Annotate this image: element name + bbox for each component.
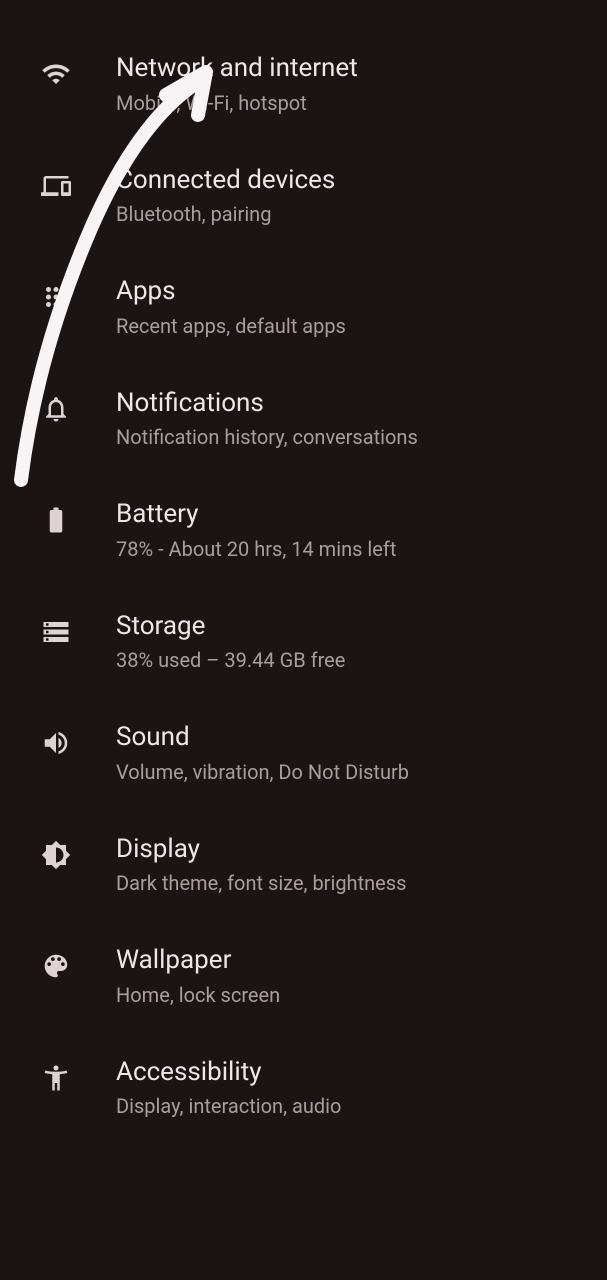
- settings-item-subtitle: 78% - About 20 hrs, 14 mins left: [116, 537, 587, 562]
- settings-item-title: Apps: [116, 275, 587, 308]
- settings-item-text: Connected devices Bluetooth, pairing: [116, 164, 587, 228]
- apps-icon: [40, 281, 72, 313]
- settings-item-title: Wallpaper: [116, 944, 587, 977]
- settings-item-storage[interactable]: Storage 38% used – 39.44 GB free: [0, 586, 607, 698]
- settings-item-accessibility[interactable]: Accessibility Display, interaction, audi…: [0, 1032, 607, 1144]
- settings-item-subtitle: Home, lock screen: [116, 983, 587, 1008]
- settings-item-subtitle: Display, interaction, audio: [116, 1094, 587, 1119]
- settings-item-text: Network and internet Mobile, Wi-Fi, hots…: [116, 52, 587, 116]
- brightness-icon: [40, 839, 72, 871]
- battery-icon: [40, 504, 72, 536]
- settings-item-title: Storage: [116, 610, 587, 643]
- wifi-icon: [40, 58, 72, 90]
- settings-item-title: Accessibility: [116, 1056, 587, 1089]
- settings-item-title: Display: [116, 833, 587, 866]
- settings-item-title: Battery: [116, 498, 587, 531]
- settings-item-subtitle: Bluetooth, pairing: [116, 202, 587, 227]
- settings-item-title: Sound: [116, 721, 587, 754]
- settings-list: Network and internet Mobile, Wi-Fi, hots…: [0, 0, 607, 1143]
- settings-item-title: Connected devices: [116, 164, 587, 197]
- settings-item-battery[interactable]: Battery 78% - About 20 hrs, 14 mins left: [0, 474, 607, 586]
- settings-item-network[interactable]: Network and internet Mobile, Wi-Fi, hots…: [0, 28, 607, 140]
- bell-icon: [40, 393, 72, 425]
- settings-item-subtitle: 38% used – 39.44 GB free: [116, 648, 587, 673]
- devices-icon: [40, 170, 72, 202]
- accessibility-icon: [40, 1062, 72, 1094]
- settings-item-subtitle: Notification history, conversations: [116, 425, 587, 450]
- settings-item-title: Network and internet: [116, 52, 587, 85]
- settings-item-title: Notifications: [116, 387, 587, 420]
- settings-item-text: Sound Volume, vibration, Do Not Disturb: [116, 721, 587, 785]
- settings-item-apps[interactable]: Apps Recent apps, default apps: [0, 251, 607, 363]
- settings-item-subtitle: Mobile, Wi-Fi, hotspot: [116, 91, 587, 116]
- settings-item-display[interactable]: Display Dark theme, font size, brightnes…: [0, 809, 607, 921]
- sound-icon: [40, 727, 72, 759]
- settings-item-notifications[interactable]: Notifications Notification history, conv…: [0, 363, 607, 475]
- settings-item-text: Notifications Notification history, conv…: [116, 387, 587, 451]
- settings-item-text: Wallpaper Home, lock screen: [116, 944, 587, 1008]
- palette-icon: [40, 950, 72, 982]
- settings-item-text: Accessibility Display, interaction, audi…: [116, 1056, 587, 1120]
- settings-item-text: Storage 38% used – 39.44 GB free: [116, 610, 587, 674]
- storage-icon: [40, 616, 72, 648]
- settings-item-sound[interactable]: Sound Volume, vibration, Do Not Disturb: [0, 697, 607, 809]
- settings-item-subtitle: Recent apps, default apps: [116, 314, 587, 339]
- settings-item-subtitle: Volume, vibration, Do Not Disturb: [116, 760, 587, 785]
- settings-item-text: Battery 78% - About 20 hrs, 14 mins left: [116, 498, 587, 562]
- settings-item-subtitle: Dark theme, font size, brightness: [116, 871, 587, 896]
- settings-item-connected[interactable]: Connected devices Bluetooth, pairing: [0, 140, 607, 252]
- settings-item-text: Display Dark theme, font size, brightnes…: [116, 833, 587, 897]
- settings-item-text: Apps Recent apps, default apps: [116, 275, 587, 339]
- settings-item-wallpaper[interactable]: Wallpaper Home, lock screen: [0, 920, 607, 1032]
